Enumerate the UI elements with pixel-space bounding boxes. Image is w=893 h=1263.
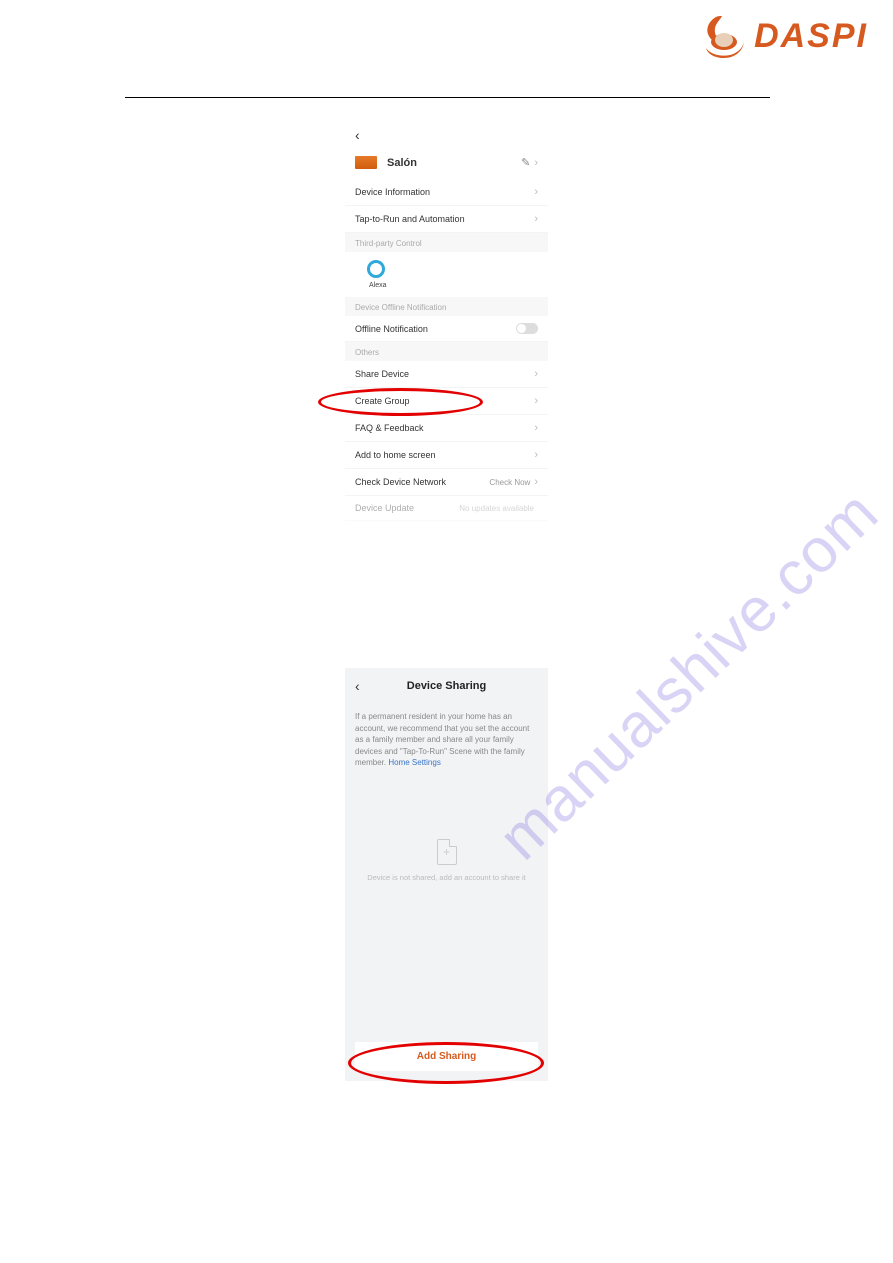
- sharing-note-block: If a permanent resident in your home has…: [345, 703, 548, 779]
- device-thumbnail-icon: [355, 156, 377, 169]
- brand-logo: DASPI: [698, 12, 868, 60]
- others-header: Others: [345, 342, 548, 361]
- sharing-note-text: If a permanent resident in your home has…: [355, 712, 529, 767]
- empty-state: + Device is not shared, add an account t…: [345, 839, 548, 882]
- no-updates-hint: No updates available: [459, 504, 534, 513]
- label-device-update: Device Update: [355, 503, 459, 513]
- label-faq-feedback: FAQ & Feedback: [355, 423, 534, 433]
- row-tap-automation[interactable]: Tap-to-Run and Automation ›: [345, 206, 548, 233]
- chevron-right-icon: ›: [534, 422, 538, 434]
- device-header-row[interactable]: Salón ✎ ›: [345, 150, 548, 179]
- logo-swirl-icon: [698, 12, 746, 60]
- alexa-tile[interactable]: Alexa: [345, 252, 548, 297]
- row-faq-feedback[interactable]: FAQ & Feedback ›: [345, 415, 548, 442]
- label-offline-notification: Offline Notification: [355, 324, 516, 334]
- third-party-control-header: Third-party Control: [345, 233, 548, 252]
- add-sharing-button[interactable]: Add Sharing: [355, 1042, 538, 1071]
- device-name-label: Salón: [387, 157, 521, 169]
- chevron-right-icon: ›: [534, 395, 538, 407]
- label-check-network: Check Device Network: [355, 477, 489, 487]
- offline-notification-toggle[interactable]: [516, 323, 538, 334]
- label-share-device: Share Device: [355, 369, 534, 379]
- device-sharing-screenshot: ‹ Device Sharing If a permanent resident…: [345, 668, 548, 1081]
- empty-state-text: Device is not shared, add an account to …: [345, 873, 548, 882]
- edit-icon[interactable]: ✎: [521, 156, 530, 169]
- sharing-topbar: ‹ Device Sharing: [345, 668, 548, 703]
- row-device-information[interactable]: Device Information ›: [345, 179, 548, 206]
- label-device-information: Device Information: [355, 187, 534, 197]
- row-offline-notification: Offline Notification: [345, 316, 548, 342]
- chevron-right-icon: ›: [534, 476, 538, 488]
- chevron-right-icon: ›: [534, 449, 538, 461]
- row-add-home[interactable]: Add to home screen ›: [345, 442, 548, 469]
- chevron-right-icon: ›: [534, 157, 538, 169]
- settings-screenshot: ‹ Salón ✎ › Device Information › Tap-to-…: [345, 120, 548, 525]
- back-arrow-icon[interactable]: ‹: [355, 127, 360, 143]
- row-share-device[interactable]: Share Device ›: [345, 361, 548, 388]
- device-sharing-title: Device Sharing: [407, 680, 486, 692]
- offline-notification-header: Device Offline Notification: [345, 297, 548, 316]
- chevron-right-icon: ›: [534, 213, 538, 225]
- alexa-icon: [367, 260, 385, 278]
- chevron-right-icon: ›: [534, 368, 538, 380]
- label-tap-automation: Tap-to-Run and Automation: [355, 214, 534, 224]
- header-divider: [125, 97, 770, 98]
- row-device-update[interactable]: Device Update No updates available: [345, 496, 548, 521]
- brand-name: DASPI: [754, 17, 868, 56]
- back-arrow-icon[interactable]: ‹: [355, 678, 360, 694]
- alexa-label: Alexa: [369, 282, 536, 289]
- file-plus-icon: +: [437, 839, 457, 865]
- label-add-home: Add to home screen: [355, 450, 534, 460]
- row-create-group[interactable]: Create Group ›: [345, 388, 548, 415]
- row-check-network[interactable]: Check Device Network Check Now ›: [345, 469, 548, 496]
- chevron-right-icon: ›: [534, 186, 538, 198]
- check-now-hint: Check Now: [489, 478, 530, 487]
- label-create-group: Create Group: [355, 396, 534, 406]
- topbar: ‹: [345, 120, 548, 150]
- home-settings-link[interactable]: Home Settings: [388, 758, 440, 767]
